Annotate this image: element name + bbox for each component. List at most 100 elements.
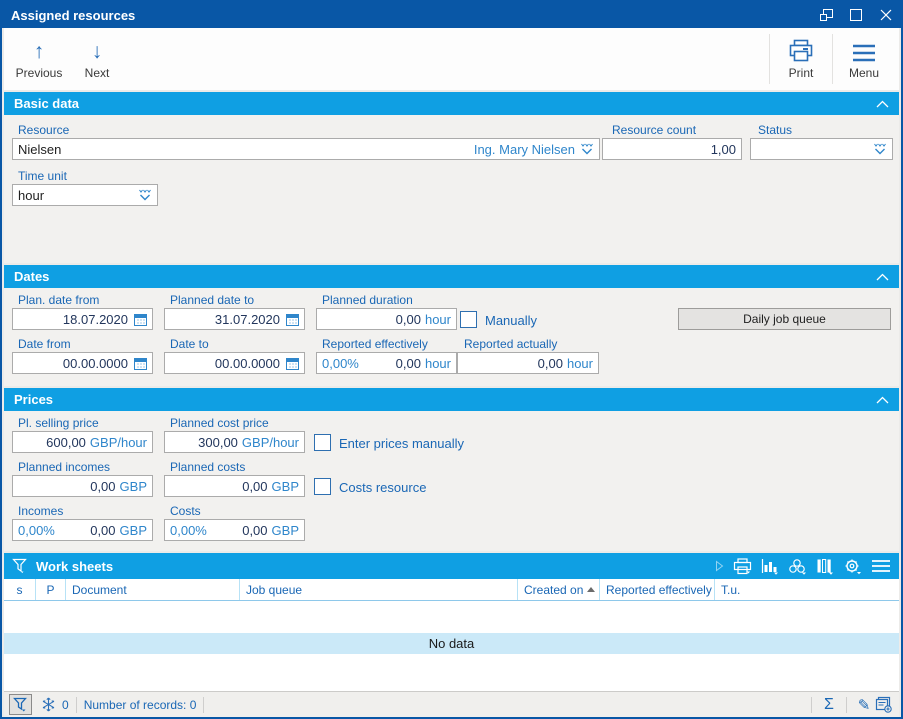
column-header-s[interactable]: s bbox=[4, 579, 36, 600]
close-icon bbox=[880, 9, 892, 21]
column-header-job-queue[interactable]: Job queue bbox=[240, 579, 518, 600]
statusbar-separator bbox=[203, 696, 205, 713]
columns-icon[interactable] bbox=[816, 558, 834, 575]
incomes-field[interactable]: 0,00% 0,00 GBP bbox=[12, 519, 153, 541]
filter-button[interactable] bbox=[9, 694, 32, 715]
next-button[interactable]: ↓ Next bbox=[68, 30, 126, 88]
incomes-label: Incomes bbox=[18, 504, 64, 518]
planned-costs-field[interactable]: 0,00 GBP bbox=[164, 475, 305, 497]
planned-duration-field[interactable]: 0,00 hour bbox=[316, 308, 457, 330]
costs-percent: 0,00% bbox=[170, 522, 207, 538]
hamburger-menu-icon bbox=[851, 39, 877, 63]
time-unit-combo[interactable]: hour bbox=[12, 184, 158, 206]
planned-duration-label: Planned duration bbox=[322, 293, 413, 307]
relations-icon[interactable] bbox=[788, 558, 807, 575]
calendar-icon[interactable] bbox=[134, 357, 147, 370]
snowflake-icon[interactable] bbox=[41, 697, 56, 712]
status-combo[interactable] bbox=[750, 138, 893, 160]
chart-icon[interactable] bbox=[761, 558, 779, 575]
menu-label: Menu bbox=[848, 65, 880, 80]
incomes-unit: GBP bbox=[119, 522, 147, 538]
planned-cost-price-field[interactable]: 300,00 GBP/hour bbox=[164, 431, 305, 453]
dropdown-icon[interactable] bbox=[580, 143, 594, 155]
sort-ascending-icon bbox=[587, 587, 596, 592]
pl-selling-price-field[interactable]: 600,00 GBP/hour bbox=[12, 431, 153, 453]
calendar-icon[interactable] bbox=[286, 357, 299, 370]
menu-button[interactable]: Menu bbox=[835, 30, 893, 88]
titlebar-buttons bbox=[811, 2, 901, 28]
toolbar-separator bbox=[832, 34, 833, 84]
statusbar-actions: Σ ✎ bbox=[804, 696, 894, 714]
planned-cost-price-unit: GBP/hour bbox=[241, 434, 299, 450]
worksheets-table-body: No data bbox=[4, 601, 899, 691]
filter-funnel-icon[interactable] bbox=[12, 558, 29, 574]
status-label: Status bbox=[758, 123, 793, 137]
calendar-icon[interactable] bbox=[134, 313, 147, 326]
costs-field[interactable]: 0,00% 0,00 GBP bbox=[164, 519, 305, 541]
resource-value: Nielsen bbox=[18, 141, 62, 157]
planned-date-to-field[interactable]: 31.07.2020 bbox=[164, 308, 305, 330]
settings-gear-icon[interactable] bbox=[843, 558, 862, 575]
dock-button[interactable] bbox=[811, 2, 841, 28]
basic-data-title: Basic data bbox=[14, 96, 80, 111]
column-header-p[interactable]: P bbox=[36, 579, 66, 600]
reported-effectively-value: 0,00 bbox=[395, 355, 421, 371]
column-header-reported-effectively[interactable]: Reported effectively bbox=[600, 579, 715, 600]
statusbar-separator bbox=[75, 696, 77, 713]
maximize-icon bbox=[850, 9, 862, 21]
next-label: Next bbox=[84, 65, 110, 80]
basic-data-header[interactable]: Basic data bbox=[4, 92, 899, 115]
dropdown-icon[interactable] bbox=[138, 189, 152, 201]
date-from-field[interactable]: 00.00.0000 bbox=[12, 352, 153, 374]
planned-date-to-label: Planned date to bbox=[170, 293, 255, 307]
date-to-value: 00.00.0000 bbox=[214, 355, 280, 371]
costs-resource-checkbox[interactable] bbox=[314, 478, 331, 495]
print-label: Print bbox=[788, 65, 814, 80]
add-record-icon[interactable] bbox=[874, 696, 894, 713]
resource-combo[interactable]: Nielsen Ing. Mary Nielsen bbox=[12, 138, 600, 160]
grid-menu-icon[interactable] bbox=[871, 559, 891, 573]
plan-date-from-field[interactable]: 18.07.2020 bbox=[12, 308, 153, 330]
dates-header[interactable]: Dates bbox=[4, 265, 899, 288]
resource-count-label: Resource count bbox=[612, 123, 697, 137]
resource-count-field[interactable]: 1,00 bbox=[602, 138, 742, 160]
collapse-chevron-icon[interactable] bbox=[876, 391, 889, 409]
dropdown-icon[interactable] bbox=[873, 143, 887, 155]
planned-costs-value: 0,00 bbox=[242, 478, 268, 494]
print-button[interactable]: Print bbox=[772, 30, 830, 88]
enter-prices-manually-label: Enter prices manually bbox=[339, 436, 464, 451]
column-header-document[interactable]: Document bbox=[66, 579, 240, 600]
dates-title: Dates bbox=[14, 269, 50, 284]
reported-effectively-field[interactable]: 0,00% 0,00 hour bbox=[316, 352, 457, 374]
print-icon[interactable] bbox=[733, 557, 752, 575]
collapse-chevron-icon[interactable] bbox=[876, 268, 889, 286]
worksheets-title: Work sheets bbox=[36, 558, 114, 574]
close-button[interactable] bbox=[871, 2, 901, 28]
prices-header[interactable]: Prices bbox=[4, 388, 899, 411]
enter-prices-manually-checkbox[interactable] bbox=[314, 434, 331, 451]
column-header-tu[interactable]: T.u. bbox=[715, 579, 899, 600]
record-count-text: Number of records: 0 bbox=[83, 697, 197, 712]
expand-right-icon[interactable] bbox=[715, 560, 724, 572]
arrow-up-icon: ↑ bbox=[33, 39, 45, 63]
statusbar-separator bbox=[811, 696, 812, 713]
sum-sigma-icon[interactable]: Σ bbox=[819, 696, 839, 714]
worksheets-table-header: s P Document Job queue Created on Report… bbox=[4, 579, 899, 601]
manually-checkbox[interactable] bbox=[460, 311, 477, 328]
assigned-resources-window: Assigned resources ↑ Previous ↓ Next Pri… bbox=[0, 0, 903, 719]
daily-job-queue-button[interactable]: Daily job queue bbox=[678, 308, 891, 330]
resource-count-value: 1,00 bbox=[710, 141, 736, 157]
previous-button[interactable]: ↑ Previous bbox=[10, 30, 68, 88]
reported-actually-field[interactable]: 0,00 hour bbox=[457, 352, 599, 374]
date-from-label: Date from bbox=[18, 337, 71, 351]
date-to-field[interactable]: 00.00.0000 bbox=[164, 352, 305, 374]
column-header-created-on[interactable]: Created on bbox=[518, 579, 600, 600]
maximize-button[interactable] bbox=[841, 2, 871, 28]
calendar-icon[interactable] bbox=[286, 313, 299, 326]
collapse-chevron-icon[interactable] bbox=[876, 95, 889, 113]
incomes-value: 0,00 bbox=[90, 522, 116, 538]
edit-pencil-icon[interactable]: ✎ bbox=[854, 696, 874, 714]
planned-cost-price-value: 300,00 bbox=[198, 434, 238, 450]
reported-effectively-percent: 0,00% bbox=[322, 355, 359, 371]
planned-incomes-field[interactable]: 0,00 GBP bbox=[12, 475, 153, 497]
